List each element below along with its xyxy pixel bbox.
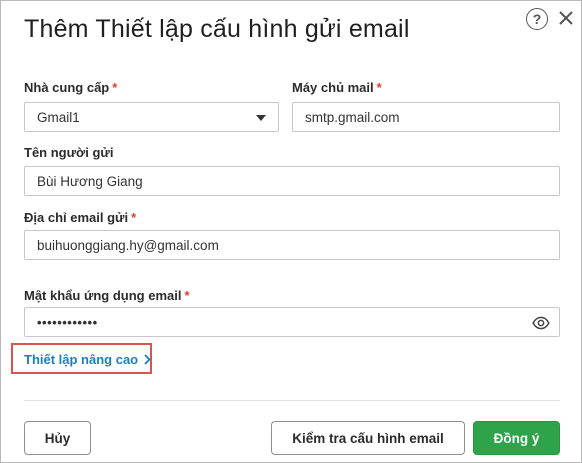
advanced-settings-label: Thiết lập nâng cao — [24, 352, 139, 367]
sender-email-value: buihuonggiang.hy@gmail.com — [37, 237, 219, 253]
mail-server-input[interactable]: smtp.gmail.com — [292, 102, 560, 132]
sender-email-label: Địa chỉ email gửi * — [24, 210, 137, 225]
chevron-right-icon — [144, 354, 151, 365]
close-icon[interactable] — [557, 9, 575, 27]
footer-divider — [24, 400, 560, 401]
mail-server-label: Máy chủ mail * — [292, 80, 382, 95]
provider-label: Nhà cung cấp * — [24, 80, 118, 95]
provider-value: Gmail1 — [37, 109, 80, 125]
help-icon[interactable]: ? — [526, 8, 548, 30]
eye-icon[interactable] — [532, 314, 550, 332]
test-config-button[interactable]: Kiểm tra cấu hình email — [271, 421, 465, 455]
advanced-settings-link[interactable]: Thiết lập nâng cao — [24, 352, 151, 367]
sender-name-label: Tên người gửi — [24, 145, 114, 160]
provider-select[interactable]: Gmail1 — [24, 102, 279, 132]
sender-name-value: Bùi Hương Giang — [37, 173, 143, 189]
mail-server-value: smtp.gmail.com — [305, 109, 400, 125]
app-password-value: •••••••••••• — [37, 314, 98, 330]
dialog-title: Thêm Thiết lập cấu hình gửi email — [24, 15, 410, 43]
chevron-down-icon — [256, 115, 266, 121]
cancel-button[interactable]: Hủy — [24, 421, 91, 455]
sender-name-input[interactable]: Bùi Hương Giang — [24, 166, 560, 196]
confirm-button[interactable]: Đồng ý — [473, 421, 560, 455]
email-config-dialog: Thêm Thiết lập cấu hình gửi email ? Nhà … — [0, 0, 582, 463]
app-password-input[interactable]: •••••••••••• — [24, 307, 560, 337]
sender-email-input[interactable]: buihuonggiang.hy@gmail.com — [24, 230, 560, 260]
app-password-label: Mật khẩu ứng dụng email * — [24, 288, 190, 303]
help-symbol: ? — [532, 11, 542, 27]
